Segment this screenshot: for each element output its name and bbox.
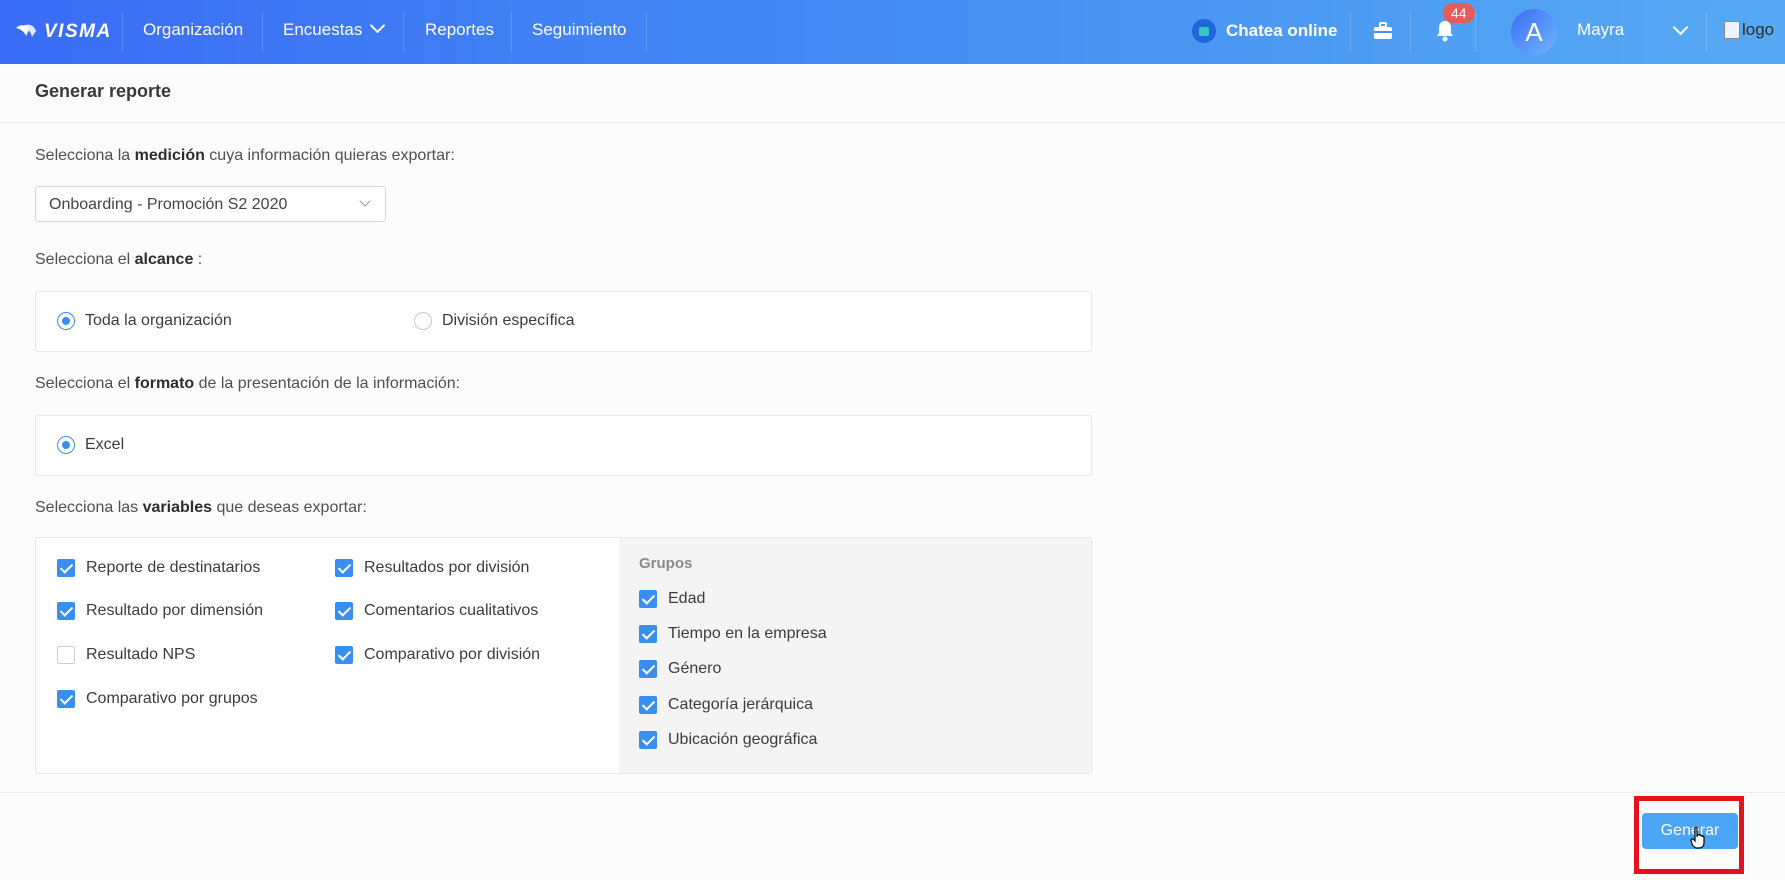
checkbox-label: Comparativo por división — [364, 646, 541, 663]
user-name[interactable]: Mayra — [1577, 20, 1624, 40]
checkbox-grupo-genero[interactable]: Género — [639, 660, 721, 678]
checkbox-box — [57, 646, 75, 664]
checkbox-grupo-categoria-jerarquica[interactable]: Categoría jerárquica — [639, 696, 813, 714]
nav-item-organizacion[interactable]: Organización — [143, 20, 243, 40]
top-navbar: VISMA Organización Encuestas Reportes Se… — [0, 0, 1785, 64]
nav-item-reportes[interactable]: Reportes — [425, 20, 494, 40]
checkbox-box — [335, 602, 353, 620]
checkbox-comparativo-grupos[interactable]: Comparativo por grupos — [57, 690, 258, 708]
checkbox-label: Reporte de destinatarios — [86, 559, 261, 576]
radio-label: Toda la organización — [85, 312, 232, 329]
company-logo-alt: logo — [1742, 20, 1775, 39]
checkbox-label: Ubicación geográfica — [668, 731, 818, 748]
avatar[interactable]: A — [1511, 9, 1557, 55]
nav-divider — [1410, 12, 1411, 52]
nav-divider — [122, 12, 123, 52]
nav-divider — [1706, 12, 1707, 52]
checkbox-label: Comparativo por grupos — [86, 690, 258, 707]
nav-divider — [262, 12, 263, 52]
page-title: Generar reporte — [35, 81, 172, 101]
radio-circle — [414, 312, 432, 330]
checkbox-box — [57, 690, 75, 708]
visma-mark-icon — [16, 24, 36, 37]
nav-item-encuestas-label: Encuestas — [283, 20, 363, 39]
checkbox-grupo-tiempo-empresa[interactable]: Tiempo en la empresa — [639, 625, 827, 643]
checkbox-box — [639, 660, 657, 678]
checkbox-box — [335, 646, 353, 664]
formato-label: Selecciona el formato de la presentación… — [35, 375, 461, 392]
variables-label: Selecciona las variables que deseas expo… — [35, 499, 367, 516]
checkbox-label: Tiempo en la empresa — [668, 625, 827, 642]
checkbox-box — [335, 559, 353, 577]
checkbox-resultados-division[interactable]: Resultados por división — [335, 559, 529, 577]
radio-division-especifica[interactable]: División específica — [414, 312, 575, 330]
generate-button[interactable]: Generar — [1642, 813, 1738, 849]
nav-item-seguimiento[interactable]: Seguimiento — [532, 20, 627, 40]
checkbox-box — [639, 731, 657, 749]
checkbox-comparativo-division[interactable]: Comparativo por división — [335, 646, 540, 664]
checkbox-box — [639, 696, 657, 714]
user-menu-chevron-icon[interactable] — [1672, 19, 1689, 42]
checkbox-label: Comentarios cualitativos — [364, 602, 539, 619]
medicion-select-value: Onboarding - Promoción S2 2020 — [49, 196, 288, 213]
nav-divider — [646, 12, 647, 52]
medicion-select[interactable]: Onboarding - Promoción S2 2020 — [35, 186, 386, 222]
nav-item-encuestas[interactable]: Encuestas — [283, 17, 386, 40]
chat-icon — [1192, 19, 1216, 43]
notification-badge: 44 — [1443, 3, 1475, 23]
nav-divider — [1475, 12, 1476, 52]
checkbox-box — [639, 625, 657, 643]
nav-divider — [1350, 12, 1351, 52]
chat-online-button[interactable]: Chatea online — [1192, 19, 1337, 43]
chat-online-label: Chatea online — [1226, 21, 1338, 40]
radio-label: Excel — [85, 436, 125, 453]
nav-divider — [403, 12, 404, 52]
checkbox-box — [57, 559, 75, 577]
footer-divider — [0, 792, 1785, 793]
checkbox-label: Resultados por división — [364, 559, 530, 576]
checkbox-label: Edad — [668, 590, 706, 607]
chevron-down-icon — [359, 195, 371, 207]
checkbox-box — [639, 590, 657, 608]
checkbox-label: Género — [668, 660, 722, 677]
checkbox-label: Categoría jerárquica — [668, 696, 813, 713]
checkbox-label: Resultado NPS — [86, 646, 196, 663]
chevron-down-icon — [370, 17, 386, 34]
nav-divider — [511, 12, 512, 52]
checkbox-comentarios-cualitativos[interactable]: Comentarios cualitativos — [335, 602, 538, 620]
checkbox-grupo-ubicacion-geografica[interactable]: Ubicación geográfica — [639, 731, 817, 749]
company-logo: logo — [1724, 20, 1774, 40]
radio-circle — [57, 436, 75, 454]
page-header: Generar reporte — [0, 64, 1785, 123]
checkbox-grupo-edad[interactable]: Edad — [639, 590, 705, 608]
checkbox-label: Resultado por dimensión — [86, 602, 263, 619]
broken-image-icon — [1724, 21, 1740, 39]
groups-title: Grupos — [639, 555, 693, 572]
bell-icon[interactable] — [1435, 20, 1455, 42]
radio-label: División específica — [442, 312, 575, 329]
medicion-label: Selecciona la medición cuya información … — [35, 147, 455, 164]
radio-circle — [57, 312, 75, 330]
radio-excel[interactable]: Excel — [57, 436, 124, 454]
alcance-label: Selecciona el alcance : — [35, 251, 203, 268]
visma-wordmark: VISMA — [44, 21, 112, 42]
radio-toda-organizacion[interactable]: Toda la organización — [57, 312, 232, 330]
formato-options-box — [35, 415, 1092, 476]
visma-logo[interactable]: VISMA — [14, 21, 112, 43]
checkbox-reporte-destinatarios[interactable]: Reporte de destinatarios — [57, 559, 260, 577]
checkbox-resultado-dimension[interactable]: Resultado por dimensión — [57, 602, 263, 620]
briefcase-icon[interactable] — [1373, 22, 1393, 40]
checkbox-resultado-nps[interactable]: Resultado NPS — [57, 646, 195, 664]
checkbox-box — [57, 602, 75, 620]
